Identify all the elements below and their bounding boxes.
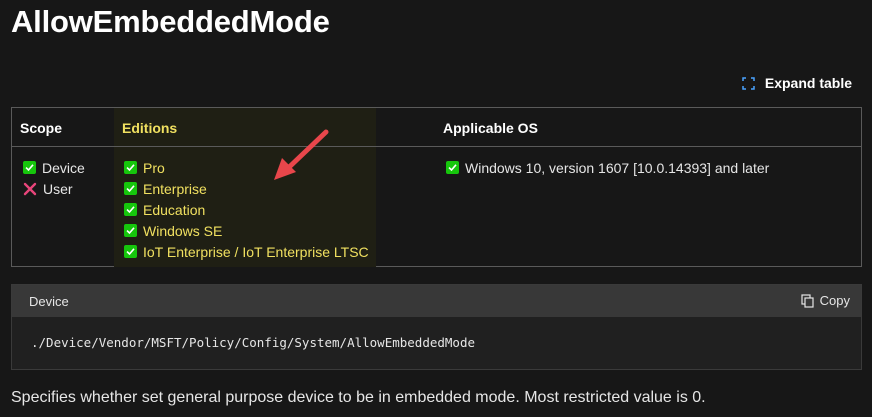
checkmark-icon xyxy=(124,161,137,174)
expand-table-button[interactable]: Expand table xyxy=(742,75,852,91)
os-item-label: Windows 10, version 1607 [10.0.14393] an… xyxy=(465,159,770,176)
checkmark-icon xyxy=(124,203,137,216)
header-applicable-os: Applicable OS xyxy=(443,120,538,136)
edition-item-label: IoT Enterprise / IoT Enterprise LTSC xyxy=(143,243,369,260)
page-title: AllowEmbeddedMode xyxy=(11,4,330,39)
edition-item: IoT Enterprise / IoT Enterprise LTSC xyxy=(124,241,369,262)
os-list: Windows 10, version 1607 [10.0.14393] an… xyxy=(446,157,769,178)
edition-item-label: Pro xyxy=(143,159,165,176)
header-editions: Editions xyxy=(122,120,178,136)
checkmark-icon xyxy=(446,161,459,174)
oma-uri-path: ./Device/Vendor/MSFT/Policy/Config/Syste… xyxy=(31,335,476,350)
policy-description: Specifies whether set general purpose de… xyxy=(11,389,706,406)
header-scope: Scope xyxy=(20,120,63,136)
copy-button[interactable]: Copy xyxy=(801,293,850,308)
scope-item: User xyxy=(23,178,85,199)
code-block: Device Copy ./Device/Vendor/MSFT/Policy/… xyxy=(11,284,862,370)
header-divider xyxy=(12,146,861,147)
applicability-table: Scope Editions Applicable OS Device User … xyxy=(11,107,862,267)
annotation-arrow-icon xyxy=(274,129,329,180)
checkmark-icon xyxy=(124,224,137,237)
expand-icon xyxy=(742,76,755,90)
edition-item-label: Enterprise xyxy=(143,180,207,197)
code-language-label: Device xyxy=(29,294,69,309)
scope-item-label: User xyxy=(43,180,73,197)
edition-item: Windows SE xyxy=(124,220,369,241)
code-block-header: Device Copy xyxy=(12,285,861,317)
page: AllowEmbeddedMode Expand table Scope Edi… xyxy=(0,0,872,417)
checkmark-icon xyxy=(23,161,36,174)
copy-label: Copy xyxy=(819,293,850,308)
checkmark-icon xyxy=(124,245,137,258)
checkmark-icon xyxy=(124,182,137,195)
scope-item-label: Device xyxy=(42,159,85,176)
os-item: Windows 10, version 1607 [10.0.14393] an… xyxy=(446,157,769,178)
edition-item-label: Education xyxy=(143,201,206,218)
copy-icon xyxy=(801,293,814,308)
scope-list: Device User xyxy=(23,157,85,199)
edition-item: Education xyxy=(124,199,369,220)
edition-item-label: Windows SE xyxy=(143,222,223,239)
cross-icon xyxy=(23,182,37,195)
expand-table-label: Expand table xyxy=(764,75,852,91)
scope-item: Device xyxy=(23,157,85,178)
